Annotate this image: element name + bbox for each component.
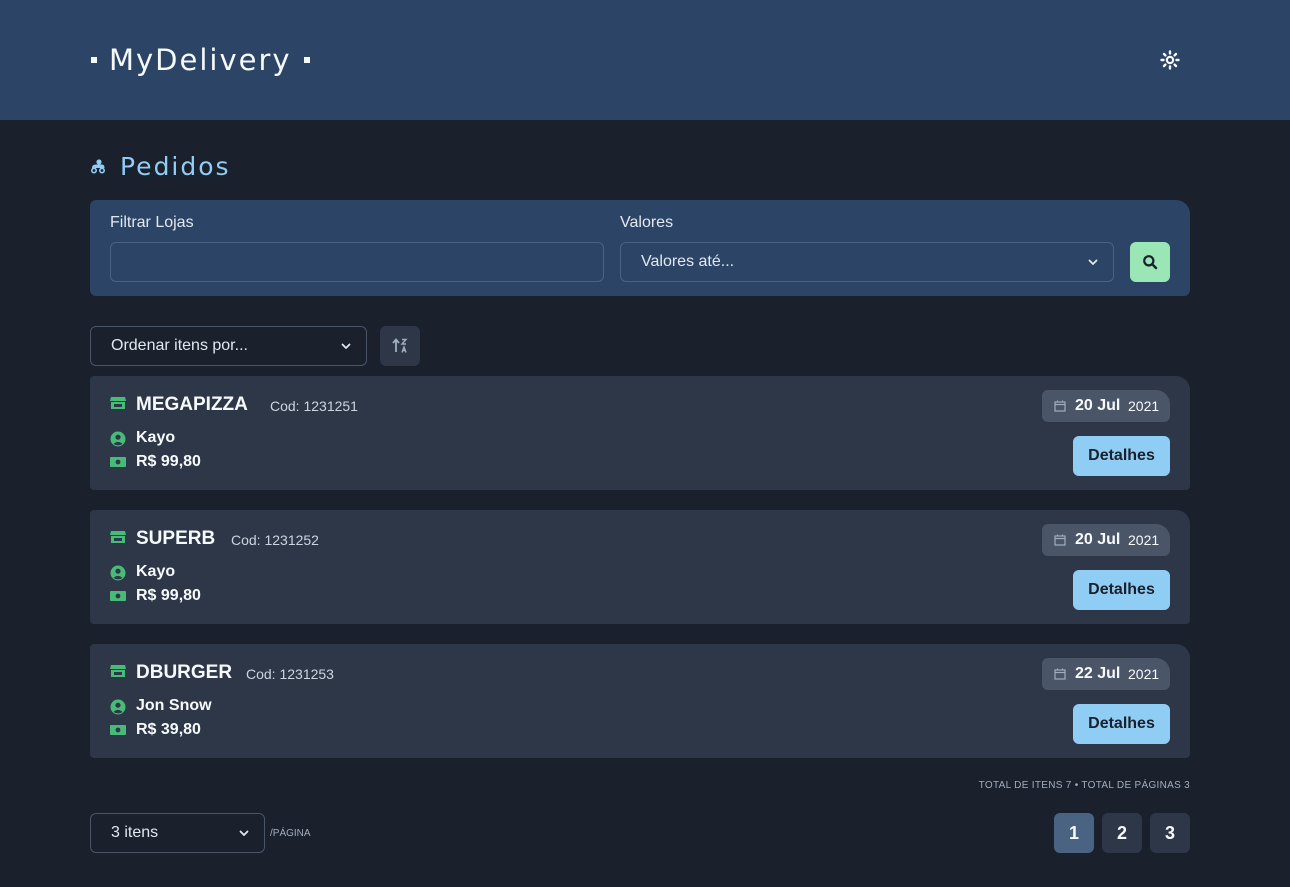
order-card: MEGAPIZZA Cod: 1231251 Kayo R$ 99,80 20 … bbox=[90, 376, 1190, 490]
order-day: 20 Jul bbox=[1075, 531, 1121, 548]
items-per-page-value: 3 itens bbox=[111, 824, 159, 841]
order-date-badge: 22 Jul 2021 bbox=[1042, 658, 1170, 690]
order-code: Cod: 1231251 bbox=[270, 398, 358, 414]
chevron-down-icon bbox=[341, 343, 351, 349]
page-title-text: Pedidos bbox=[120, 151, 231, 181]
delivery-icon bbox=[90, 159, 106, 174]
customer-name: Kayo bbox=[136, 429, 176, 446]
values-select-value: Valores até... bbox=[641, 253, 735, 270]
brand-name: MyDelivery bbox=[109, 43, 292, 77]
values-select[interactable]: Valores até... bbox=[620, 242, 1114, 282]
order-day: 22 Jul bbox=[1075, 665, 1121, 682]
store-icon bbox=[110, 531, 126, 543]
store-name: MEGAPIZZA bbox=[136, 394, 248, 415]
page-button-3[interactable]: 3 bbox=[1150, 813, 1190, 853]
chevron-down-icon bbox=[1088, 259, 1098, 265]
calendar-icon bbox=[1054, 668, 1066, 680]
customer-name: Kayo bbox=[136, 563, 176, 580]
order-code: Cod: 1231253 bbox=[246, 666, 334, 682]
user-circle-icon bbox=[110, 699, 126, 715]
store-filter-input[interactable] bbox=[110, 242, 604, 282]
order-code: Cod: 1231252 bbox=[231, 532, 319, 548]
details-button[interactable]: Detalhes bbox=[1073, 570, 1170, 610]
money-icon bbox=[110, 591, 126, 601]
order-by-select-value: Ordenar itens por... bbox=[111, 337, 248, 354]
order-card: SUPERB Cod: 1231252 Kayo R$ 99,80 20 Jul… bbox=[90, 510, 1190, 624]
calendar-icon bbox=[1054, 534, 1066, 546]
order-year: 2021 bbox=[1128, 398, 1160, 414]
order-date-badge: 20 Jul 2021 bbox=[1042, 524, 1170, 556]
sun-icon bbox=[1160, 50, 1180, 70]
brand-dot-left bbox=[91, 57, 97, 63]
values-filter-label: Valores bbox=[620, 214, 674, 231]
money-icon bbox=[110, 725, 126, 735]
items-per-page-select[interactable]: 3 itens bbox=[90, 813, 265, 853]
order-price: R$ 39,80 bbox=[136, 721, 201, 738]
search-icon bbox=[1143, 255, 1158, 270]
filter-panel: Filtrar Lojas Valores Valores até... bbox=[90, 200, 1190, 296]
chevron-down-icon bbox=[239, 830, 249, 836]
order-by-select[interactable]: Ordenar itens por... bbox=[90, 326, 367, 366]
page-button-2[interactable]: 2 bbox=[1102, 813, 1142, 853]
store-icon bbox=[110, 665, 126, 677]
order-price: R$ 99,80 bbox=[136, 453, 201, 470]
theme-toggle-button[interactable] bbox=[1156, 46, 1184, 74]
search-button[interactable] bbox=[1130, 242, 1170, 282]
page-title: Pedidos bbox=[90, 150, 231, 182]
brand-dot-right bbox=[303, 57, 310, 63]
sort-alpha-icon bbox=[392, 338, 408, 353]
pagination-totals: TOTAL DE ITENS 7 • TOTAL DE PÁGINAS 3 bbox=[978, 780, 1190, 791]
app-header: MyDelivery bbox=[0, 0, 1290, 120]
sort-direction-button[interactable] bbox=[380, 326, 420, 366]
money-icon bbox=[110, 457, 126, 467]
store-name: SUPERB bbox=[136, 528, 216, 549]
store-filter-label: Filtrar Lojas bbox=[110, 214, 194, 231]
order-card: DBURGER Cod: 1231253 Jon Snow R$ 39,80 2… bbox=[90, 644, 1190, 758]
order-day: 20 Jul bbox=[1075, 397, 1121, 414]
details-button[interactable]: Detalhes bbox=[1073, 436, 1170, 476]
calendar-icon bbox=[1054, 400, 1066, 412]
order-price: R$ 99,80 bbox=[136, 587, 201, 604]
brand-logo[interactable]: MyDelivery bbox=[91, 40, 310, 80]
store-name: DBURGER bbox=[136, 662, 233, 683]
order-year: 2021 bbox=[1128, 666, 1160, 682]
order-year: 2021 bbox=[1128, 532, 1160, 548]
user-circle-icon bbox=[110, 565, 126, 581]
per-page-suffix: /PÁGINA bbox=[270, 828, 311, 839]
user-circle-icon bbox=[110, 431, 126, 447]
customer-name: Jon Snow bbox=[136, 697, 212, 714]
details-button[interactable]: Detalhes bbox=[1073, 704, 1170, 744]
store-icon bbox=[110, 397, 126, 409]
order-date-badge: 20 Jul 2021 bbox=[1042, 390, 1170, 422]
page-button-1[interactable]: 1 bbox=[1054, 813, 1094, 853]
